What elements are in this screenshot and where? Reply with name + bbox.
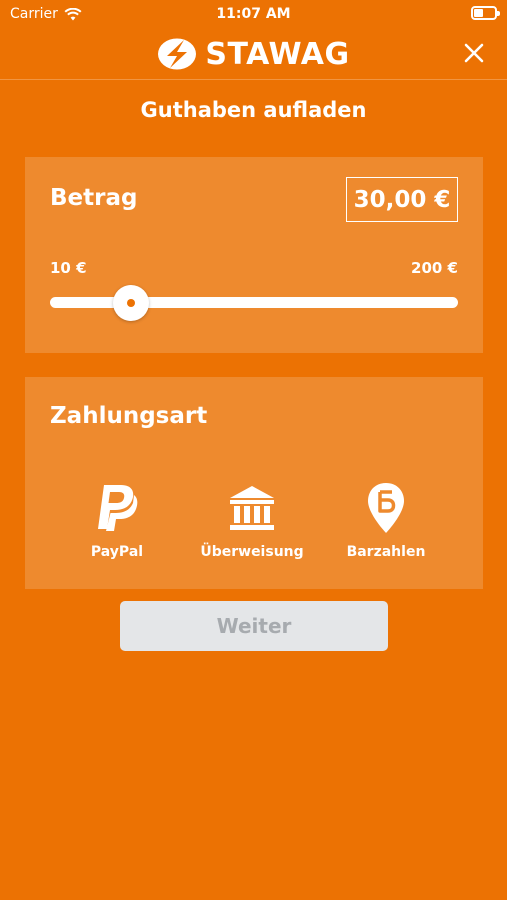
- payment-method-label: Barzahlen: [346, 544, 426, 560]
- page-title: Guthaben aufladen: [140, 98, 367, 122]
- amount-title: Betrag: [50, 185, 138, 211]
- payment-card: Zahlungsart PayPal Überweisung Barzahlen: [25, 377, 483, 589]
- status-time: 11:07 AM: [216, 6, 291, 22]
- payment-method-label: PayPal: [90, 544, 144, 560]
- amount-slider-track[interactable]: [50, 297, 458, 308]
- payment-title: Zahlungsart: [50, 403, 208, 429]
- stawag-logo-icon: [158, 38, 197, 70]
- battery-icon: [471, 6, 500, 20]
- paypal-icon: [98, 485, 138, 531]
- logo-text: STAWAG: [205, 36, 350, 72]
- barzahlen-pin-icon: [368, 483, 404, 533]
- bank-icon: [230, 486, 274, 530]
- payment-method-paypal[interactable]: PayPal: [52, 482, 182, 562]
- status-bar: Carrier 11:07 AM: [0, 0, 507, 28]
- payment-methods: PayPal Überweisung Barzahlen: [25, 482, 483, 572]
- payment-method-transfer[interactable]: Überweisung: [187, 482, 317, 562]
- payment-method-cash[interactable]: Barzahlen: [321, 482, 451, 562]
- close-button[interactable]: [457, 36, 491, 70]
- slider-min-label: 10 €: [50, 259, 87, 277]
- amount-card: Betrag 30,00 € 10 € 200 €: [25, 157, 483, 353]
- nav-bar: STAWAG: [0, 28, 507, 80]
- amount-slider-thumb[interactable]: [113, 285, 150, 321]
- amount-value-box[interactable]: 30,00 €: [346, 177, 458, 222]
- slider-max-label: 200 €: [411, 259, 458, 277]
- payment-method-label: Überweisung: [200, 544, 304, 560]
- stawag-logo: STAWAG: [0, 36, 507, 72]
- continue-button[interactable]: Weiter: [120, 601, 388, 651]
- close-icon: [464, 43, 484, 63]
- slider-thumb-dot: [127, 299, 136, 307]
